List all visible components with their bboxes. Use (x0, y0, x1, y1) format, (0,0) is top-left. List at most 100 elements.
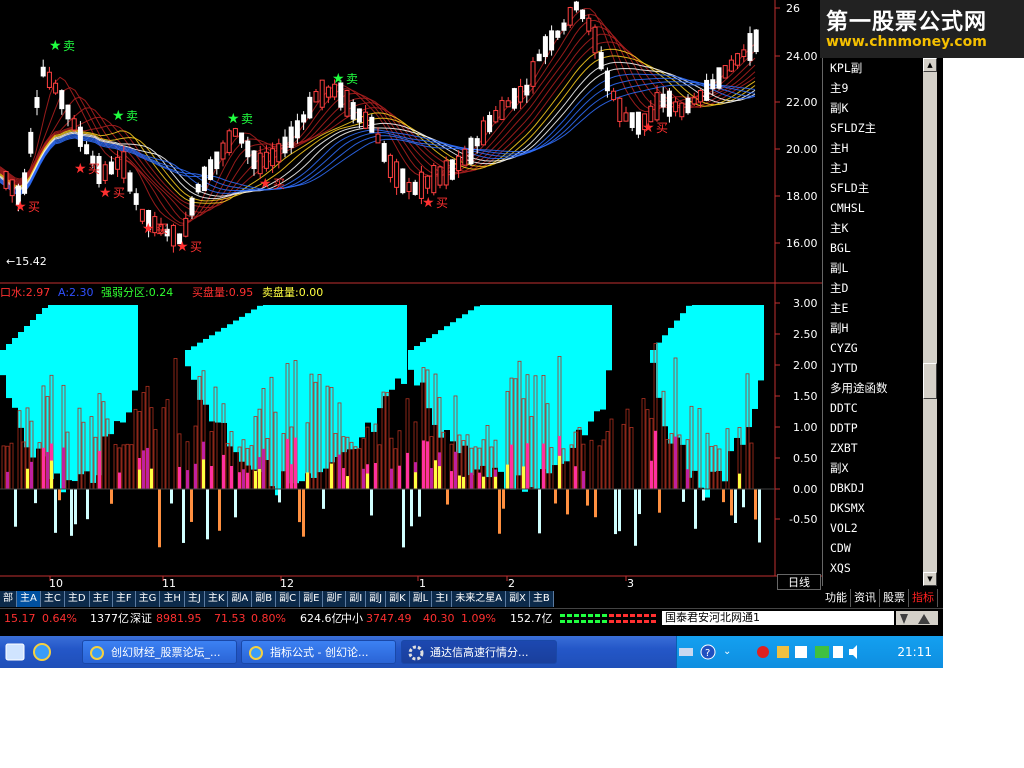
indicator-item[interactable]: DKSMX (823, 498, 923, 518)
formula-tab[interactable]: 主E (89, 591, 113, 607)
scroll-up-button[interactable]: ▲ (923, 58, 937, 72)
sh-index-pct: 0.64% (42, 612, 77, 625)
tray-monitor-icon[interactable] (833, 646, 843, 658)
indicator-item[interactable]: DDTC (823, 398, 923, 418)
indicator-item[interactable]: SFLD主 (823, 178, 923, 198)
formula-tab[interactable]: 主J (184, 591, 205, 607)
candle-body (381, 143, 387, 162)
candle-body (369, 116, 375, 133)
indicator-list-scrollbar[interactable]: ▲ ▼ (923, 58, 937, 586)
indicator-item[interactable]: 主9 (823, 78, 923, 98)
indicator-item[interactable]: 副H (823, 318, 923, 338)
indicator-item[interactable]: JYTD (823, 358, 923, 378)
network-icon[interactable] (815, 646, 829, 658)
formula-tab[interactable]: 主H (160, 591, 185, 607)
tab-function[interactable]: 功能 (822, 589, 851, 607)
buy-volume-bar (294, 437, 297, 489)
indicator-item[interactable]: CMHSL (823, 198, 923, 218)
scroll-thumb[interactable] (923, 363, 937, 399)
keyboard-icon[interactable] (679, 648, 693, 656)
formula-tab[interactable]: 副B (252, 591, 277, 607)
taskbar-window-tdx[interactable]: 通达信高速行情分... (401, 640, 557, 664)
site-watermark: 第一股票公式网 www.chnmoney.com (820, 0, 1024, 58)
indicator-item[interactable]: 副K (823, 98, 923, 118)
sz-index-amount: 624.6亿 (300, 612, 343, 625)
negative-bar (722, 489, 725, 503)
formula-tab[interactable]: 未来之星A (452, 591, 507, 607)
period-selector[interactable]: 日线 (777, 574, 821, 590)
candle-body (201, 166, 207, 192)
formula-tab[interactable]: 副E (300, 591, 324, 607)
formula-tab[interactable]: 主D (64, 591, 90, 607)
chart-area[interactable]: ★ 卖★ 卖 ★ 卖★ 卖★ 买★ 买★ 买★ 买★ 买★ 买★ 买★ 买 ←15.42 26 24.00… (0, 0, 822, 592)
formula-tab[interactable]: 主C (40, 591, 65, 607)
buy-volume-bar (422, 440, 425, 489)
system-clock[interactable]: 21:11 (897, 636, 932, 668)
negative-bar (754, 489, 757, 520)
indicator-item[interactable]: DBKDJ (823, 478, 923, 498)
formula-tab[interactable]: 主B (529, 591, 554, 607)
indicator-item[interactable]: 副X (823, 458, 923, 478)
price-tick: 24.00 (786, 50, 818, 63)
formula-tab[interactable]: 主K (204, 591, 229, 607)
candle-body (555, 30, 561, 38)
formula-tab[interactable]: 主A (17, 591, 41, 607)
show-desktop-icon[interactable] (5, 643, 25, 661)
news-ticker[interactable]: 国泰君安河北网通1 (662, 611, 894, 625)
negative-bar (554, 489, 557, 504)
formula-tab[interactable]: 副J (366, 591, 387, 607)
indicator-item[interactable]: CYZG (823, 338, 923, 358)
indicator-item[interactable]: 主K (823, 218, 923, 238)
indicator-item[interactable]: 多用途函数 (823, 378, 923, 398)
tray-doc-icon[interactable] (795, 646, 807, 658)
taskbar-window-formula[interactable]: 指标公式 - 创幻论... (241, 640, 396, 664)
candle-body (102, 164, 108, 181)
formula-tab[interactable]: 副L (409, 591, 433, 607)
indicator-item[interactable]: VOL2 (823, 518, 923, 538)
formula-tab[interactable]: 副I (346, 591, 367, 607)
cyan-zone-bar (389, 305, 395, 390)
indicator-item[interactable]: CDW (823, 538, 923, 558)
tab-info[interactable]: 资讯 (851, 589, 880, 607)
indicator-item[interactable]: BGL (823, 238, 923, 258)
indicator-item[interactable]: 副L (823, 258, 923, 278)
formula-tab[interactable]: 副C (276, 591, 301, 607)
tab-stocks[interactable]: 股票 (880, 589, 909, 607)
indicator-item[interactable]: 主J (823, 158, 923, 178)
indicator-item[interactable]: XQS (823, 558, 923, 578)
status-icons[interactable] (896, 611, 938, 625)
indicator-item[interactable]: KPL副 (823, 58, 923, 78)
formula-tab[interactable]: 部 (0, 591, 17, 607)
scroll-down-button[interactable]: ▼ (923, 572, 937, 586)
indicator-item[interactable]: SFLDZ主 (823, 118, 923, 138)
indicator-item[interactable]: 主H (823, 138, 923, 158)
formula-tab[interactable]: 主F (112, 591, 136, 607)
formula-tab[interactable]: 主G (135, 591, 161, 607)
cyan-zone-bar (245, 313, 251, 466)
sell-signal-label: 卖 (346, 72, 358, 86)
formula-tab[interactable]: 副F (323, 591, 347, 607)
indicator-item[interactable]: 主D (823, 278, 923, 298)
security-alert-icon[interactable] (757, 646, 769, 658)
sell-volume-bar (438, 466, 441, 489)
negative-bar (634, 489, 637, 546)
indicator-item[interactable]: 主E (823, 298, 923, 318)
indicator-item[interactable]: ZXBT (823, 438, 923, 458)
indicator-item[interactable]: DDTP (823, 418, 923, 438)
tab-indicators[interactable]: 指标 (909, 589, 938, 607)
formula-tab[interactable]: 主I (432, 591, 453, 607)
formula-tab[interactable]: 副X (506, 591, 530, 607)
taskbar-window-forum[interactable]: 创幻财经_股票论坛_... (82, 640, 237, 664)
tray-app-icon[interactable] (777, 646, 789, 658)
volume-icon[interactable] (849, 645, 857, 659)
sell-volume-bar (150, 468, 153, 489)
candle-body (350, 102, 356, 120)
formula-tab[interactable]: 副K (386, 591, 410, 607)
sell-star-icon: ★ (227, 111, 240, 127)
sz-index-value: 8981.95 (156, 612, 202, 625)
cyan-zone-bar (299, 305, 305, 482)
cyan-zone-bar (498, 305, 504, 472)
formula-tab[interactable]: 副A (228, 591, 253, 607)
ie-browser-icon[interactable] (33, 643, 51, 661)
negative-bar (498, 489, 501, 534)
